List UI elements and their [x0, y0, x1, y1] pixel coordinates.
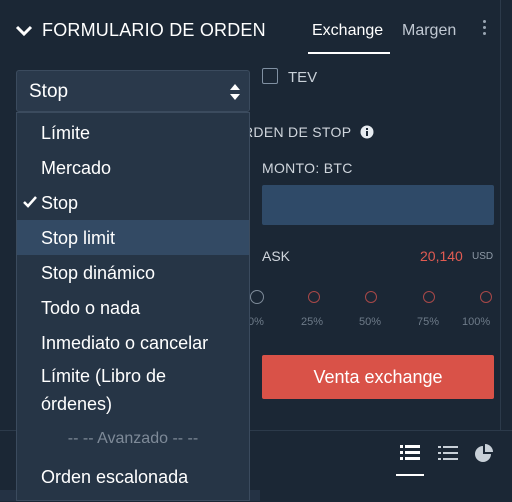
option-mercado[interactable]: Mercado [17, 150, 249, 185]
panel-header: FORMULARIO DE ORDEN Exchange Margen [0, 0, 500, 60]
group-label-avanzado: -- -- Avanzado -- -- [67, 430, 199, 447]
option-stop[interactable]: Stop [17, 185, 249, 220]
slider-dot-25[interactable] [308, 291, 320, 303]
panel-divider [500, 0, 501, 430]
percent-label: 75% [417, 316, 440, 328]
chevron-down-icon[interactable] [14, 22, 34, 40]
option-label-line2: órdenes) [41, 394, 113, 414]
percent-label: 25% [301, 316, 324, 328]
sell-exchange-button[interactable]: Venta exchange [262, 355, 494, 399]
checkmark-icon [23, 196, 37, 208]
select-arrows-icon [230, 84, 240, 100]
amount-input[interactable] [262, 185, 494, 225]
percent-label: 50% [359, 316, 382, 328]
tab-exchange[interactable]: Exchange [312, 22, 383, 40]
option-label: Inmediato o cancelar [41, 333, 209, 353]
panel-title: FORMULARIO DE ORDEN [42, 20, 266, 40]
option-stop-dinamico[interactable]: Stop dinámico [17, 255, 249, 290]
option-label: Mercado [41, 158, 112, 178]
pie-chart-icon[interactable] [474, 444, 494, 462]
option-label: Stop dinámico [41, 263, 156, 283]
option-limite[interactable]: Límite [17, 115, 249, 150]
list-view-icon[interactable] [400, 444, 420, 462]
option-label: Stop [41, 193, 79, 213]
order-type-select[interactable]: Stop [16, 70, 250, 112]
tev-checkbox[interactable] [262, 68, 278, 84]
stop-order-heading: RDEN DE STOP [243, 124, 352, 140]
percent-label: 0% [248, 316, 264, 328]
compact-list-icon[interactable] [438, 444, 458, 462]
option-label-line1: Límite (Libro de [41, 366, 167, 386]
option-label: Orden escalonada [41, 467, 189, 487]
slider-dot-100[interactable] [480, 291, 492, 303]
order-form-panel: FORMULARIO DE ORDEN Exchange Margen Stop… [0, 0, 512, 502]
option-stop-limit[interactable]: Stop limit [17, 220, 249, 255]
order-type-dropdown: Límite Mercado Stop Stop limit Stop diná… [16, 112, 250, 501]
option-label: Todo o nada [41, 298, 141, 318]
amount-label: MONTO: BTC [262, 160, 353, 176]
kebab-menu-icon[interactable] [480, 20, 488, 38]
tab-margen[interactable]: Margen [402, 22, 456, 40]
option-todo-o-nada[interactable]: Todo o nada [17, 290, 249, 325]
order-type-selected: Stop [29, 81, 69, 102]
option-inmediato-o-cancelar[interactable]: Inmediato o cancelar [17, 325, 249, 360]
option-label: Stop limit [41, 228, 116, 248]
option-orden-escalonada[interactable]: Orden escalonada [17, 459, 249, 494]
percent-label: 100% [462, 316, 491, 328]
ask-unit: USD [472, 251, 494, 262]
option-label: Límite [41, 123, 91, 143]
active-view-indicator [396, 474, 424, 476]
slider-dot-50[interactable] [365, 291, 377, 303]
slider-dot-75[interactable] [423, 291, 435, 303]
active-tab-indicator [308, 52, 390, 54]
option-limite-libro[interactable]: Límite (Libro de órdenes) [17, 360, 249, 420]
tev-label: TEV [288, 69, 318, 86]
ask-value: 20,140 [420, 248, 463, 264]
info-icon[interactable] [360, 125, 374, 139]
slider-dot-0[interactable] [250, 290, 264, 304]
ask-label: ASK [262, 248, 291, 264]
